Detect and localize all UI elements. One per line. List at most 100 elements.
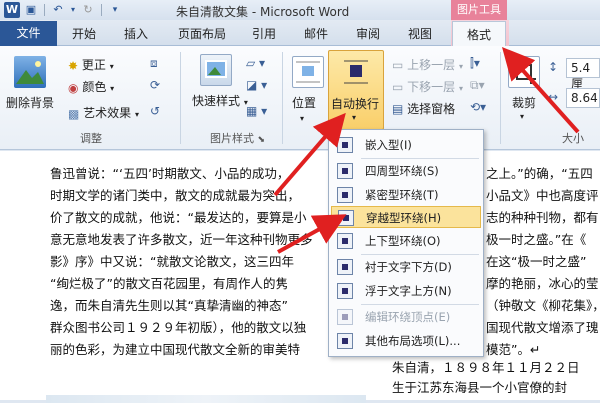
remove-background-icon[interactable] (14, 56, 46, 88)
picture-border-icon[interactable]: ▱ ▾ (246, 56, 265, 70)
crop-button[interactable]: 裁剪 (512, 94, 536, 111)
send-backward-icon: ▭ (392, 80, 404, 94)
menu-item-label: 四周型环绕(S) (365, 164, 439, 178)
menu-item-more-layout-options[interactable]: 其他布局选项(L)... (331, 330, 481, 352)
qat-separator (101, 4, 102, 16)
menu-item-tight[interactable]: 紧密型环绕(T) (331, 184, 481, 206)
tab-home[interactable]: 开始 (72, 25, 96, 42)
remove-background-button[interactable]: 删除背景 (6, 94, 54, 111)
menu-item-label: 编辑环绕顶点(E) (365, 310, 451, 324)
picture-styles-group-label: 图片样式 ⬊ (210, 130, 265, 146)
send-backward-label: 下移一层 (407, 80, 456, 94)
corrections-button[interactable]: ✸ 更正 ▾ (68, 56, 114, 73)
wrap-text-button[interactable]: 自动换行 ▾ (328, 50, 384, 130)
send-backward-button[interactable]: ▭ 下移一层 ▾ (392, 78, 463, 95)
menu-item-label: 衬于文字下方(D) (365, 260, 452, 274)
menu-item-behind-text[interactable]: 衬于文字下方(D) (331, 256, 481, 278)
change-picture-icon[interactable]: ⟳ (150, 78, 160, 92)
wrap-text-menu: 嵌入型(I) 四周型环绕(S) 紧密型环绕(T) 穿越型环绕(H) 上下型环绕(… (328, 129, 484, 357)
menu-separator (361, 254, 479, 255)
selection-pane-button[interactable]: ▤ 选择窗格 (392, 100, 455, 117)
save-icon[interactable]: ▣ (23, 2, 39, 18)
selection-pane-label: 选择窗格 (407, 102, 456, 116)
doc-line: 价了散文的成就，他说：“最发达的，要算是小 (50, 210, 307, 225)
menu-item-top-bottom[interactable]: 上下型环绕(O) (331, 230, 481, 252)
position-icon[interactable] (292, 56, 324, 88)
crop-icon[interactable] (508, 56, 540, 88)
width-input[interactable]: 8.64 (566, 88, 600, 108)
picture-tools-context-title: 图片工具 (451, 0, 507, 20)
tab-insert[interactable]: 插入 (124, 25, 148, 42)
group-objects-icon[interactable]: ⧉▾ (470, 78, 485, 93)
wrap-text-label: 自动换行 (331, 97, 380, 111)
group-separator (180, 52, 181, 144)
through-wrap-icon (338, 210, 354, 226)
position-button[interactable]: 位置 (292, 94, 316, 111)
align-icon[interactable]: ⫿▾ (470, 56, 480, 71)
rotate-icon[interactable]: ⟲▾ (470, 100, 486, 114)
title-bar: W ▣ ↶ ▾ ↻ ▾ 朱自清散文集 - Microsoft Word 图片工具 (0, 0, 600, 20)
document-page[interactable]: 鲁迅曾说：“‘五四’时期散文、小品的成功， 时期文学的诸门类中，散文的成就最为突… (0, 151, 600, 403)
group-separator (282, 52, 283, 144)
doc-line-right: 之上。”的确，“五四 (486, 166, 593, 181)
tab-review[interactable]: 审阅 (356, 25, 380, 42)
ribbon-tab-bar: 文件 开始 插入 页面布局 引用 邮件 审阅 视图 格式 (0, 20, 600, 47)
width-icon: ↔ (548, 90, 559, 104)
menu-item-label: 穿越型环绕(H) (366, 211, 442, 225)
inline-wrap-icon (337, 137, 353, 153)
doc-line-right: 模范”。↵ (486, 342, 541, 357)
menu-item-in-front-of-text[interactable]: 浮于文字上方(N) (331, 280, 481, 302)
reset-picture-icon[interactable]: ↺ (150, 104, 160, 118)
picture-styles-label: 图片样式 (210, 132, 254, 145)
artistic-effects-button[interactable]: ▩ 艺术效果 ▾ (68, 104, 139, 121)
color-palette-icon: ◉ (68, 80, 79, 95)
doc-line: “绚烂极了”的散文百花园里，有周作人的隽 (50, 276, 288, 291)
compress-pictures-icon[interactable]: ⧈ (150, 56, 158, 71)
menu-item-square[interactable]: 四周型环绕(S) (331, 160, 481, 182)
picture-layout-icon[interactable]: ▦ ▾ (246, 104, 267, 118)
bring-forward-icon: ▭ (392, 58, 404, 72)
in-front-of-text-icon (337, 283, 353, 299)
tab-mailings[interactable]: 邮件 (304, 25, 328, 42)
menu-item-label: 其他布局选项(L)... (365, 334, 461, 348)
menu-item-inline[interactable]: 嵌入型(I) (331, 134, 481, 156)
color-button[interactable]: ◉ 颜色 ▾ (68, 78, 114, 95)
tab-view[interactable]: 视图 (408, 25, 432, 42)
chevron-down-icon: ▾ (135, 110, 140, 119)
word-icon[interactable]: W (4, 2, 20, 18)
quick-styles-icon[interactable] (200, 54, 232, 86)
customize-icon[interactable]: ▾ (107, 2, 123, 18)
top-bottom-wrap-icon (337, 233, 353, 249)
bring-forward-button[interactable]: ▭ 上移一层 ▾ (392, 56, 463, 73)
adjust-group-label: 调整 (80, 132, 102, 145)
tab-page-layout[interactable]: 页面布局 (178, 25, 226, 42)
redo-icon[interactable]: ↻ (80, 2, 96, 18)
behind-text-icon (337, 259, 353, 275)
ribbon: 删除背景 ✸ 更正 ▾ ◉ 颜色 ▾ ▩ 艺术效果 ▾ ⧈ ⟳ ↺ 调整 快速样… (0, 46, 600, 150)
picture-effects-icon[interactable]: ◪ ▾ (246, 78, 267, 92)
height-input[interactable]: 5.4 厘 (566, 58, 600, 91)
chevron-down-icon: ▾ (109, 62, 114, 71)
artistic-effects-icon: ▩ (68, 106, 80, 121)
undo-dropdown-icon[interactable]: ▾ (69, 2, 77, 18)
embedded-picture[interactable] (46, 395, 366, 403)
tab-format[interactable]: 格式 (452, 21, 507, 47)
menu-separator (361, 158, 479, 159)
menu-item-through[interactable]: 穿越型环绕(H) (331, 206, 481, 228)
tab-file[interactable]: 文件 (0, 21, 57, 46)
doc-line: 丽的色彩，为建立中国现代散文全新的审美特 (50, 342, 301, 357)
chevron-down-icon: ▾ (459, 84, 464, 93)
tab-references[interactable]: 引用 (252, 25, 276, 42)
bring-forward-label: 上移一层 (407, 58, 456, 72)
dialog-launcher-icon[interactable]: ⬊ (258, 135, 266, 145)
doc-line-right: （钟敬文《柳花集》， (486, 298, 600, 313)
menu-item-label: 紧密型环绕(T) (365, 188, 439, 202)
chevron-down-icon: ▾ (459, 62, 464, 71)
edit-wrap-points-icon (337, 309, 353, 325)
undo-icon[interactable]: ↶ (50, 2, 66, 18)
doc-line-right: 国现代散文增添了瑰 (486, 320, 599, 335)
menu-item-label: 嵌入型(I) (365, 138, 412, 152)
sun-icon: ✸ (68, 58, 79, 73)
height-icon: ↕ (548, 60, 559, 74)
quick-styles-button[interactable]: 快速样式 ▾ (192, 92, 248, 109)
